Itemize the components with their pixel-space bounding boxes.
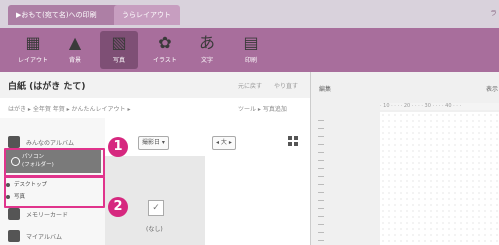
layout-label: レイアウト xyxy=(17,57,48,64)
illustration-button[interactable]: ✿ イラスト xyxy=(146,31,184,69)
text-label: 文字 xyxy=(200,57,213,64)
print-label: 印刷 xyxy=(244,57,257,64)
tab-edge-text: ラ xyxy=(490,9,497,17)
thumbnail-caption: (なし) xyxy=(146,226,163,233)
grid-view-icon[interactable] xyxy=(288,136,298,146)
sort-select[interactable]: 撮影日 ▾ xyxy=(138,136,169,150)
main-toolbar: ▦ レイアウト ▲ 背景 ▧ 写真 ✿ イラスト あ 文字 ▤ 印刷 xyxy=(0,28,499,72)
printer-icon: ▤ xyxy=(243,33,259,52)
sidebar-item-label: みんなのアルバム xyxy=(26,140,74,147)
album-icon xyxy=(8,136,20,148)
callout-box-2 xyxy=(4,176,105,208)
sidebar-item-label: メモリーカード xyxy=(26,212,69,219)
breadcrumb[interactable]: はがき ▸ 全年賀 年賀 ▸ かんたんレイアウト ▸ xyxy=(8,104,130,113)
app-window: ▶おもて(宛て名)への印刷 うらレイアウト ラ ▦ レイアウト ▲ 背景 ▧ 写… xyxy=(0,0,499,245)
photo-button[interactable]: ▧ 写真 xyxy=(100,31,138,69)
callout-box-1 xyxy=(4,148,105,177)
tools-menu[interactable]: ツール ▸ 写真追加 xyxy=(238,104,287,113)
photo-controls xyxy=(105,118,310,156)
illustration-label: イラスト xyxy=(153,57,177,64)
my-album-icon xyxy=(8,230,20,242)
print-button[interactable]: ▤ 印刷 xyxy=(232,31,270,69)
tab-front-print[interactable]: ▶おもて(宛て名)への印刷 xyxy=(8,5,124,25)
vertical-ruler xyxy=(318,120,324,245)
tab-back-layout[interactable]: うらレイアウト xyxy=(114,5,180,25)
text-button[interactable]: あ 文字 xyxy=(188,31,226,69)
postcard-canvas[interactable] xyxy=(380,112,499,245)
memory-card-icon xyxy=(8,208,20,220)
background-icon: ▲ xyxy=(68,33,82,52)
sidebar-item-memory-card[interactable]: メモリーカード xyxy=(6,206,101,224)
step-badge-2: 2 xyxy=(108,197,128,217)
layout-icon: ▦ xyxy=(25,33,41,52)
document-title: 白紙 (はがき たて) xyxy=(8,82,86,92)
document-titlebar: 白紙 (はがき たて) 元に戻す やり直す xyxy=(0,72,310,99)
illustration-icon: ✿ xyxy=(158,33,172,52)
sidebar-item-my-album[interactable]: マイアルバム xyxy=(6,228,101,245)
background-label: 背景 xyxy=(68,57,81,64)
undo-button[interactable]: 元に戻す xyxy=(238,81,262,90)
text-icon: あ xyxy=(198,33,215,52)
size-select[interactable]: ◂ 大 ▸ xyxy=(212,136,236,150)
tab-strip: ▶おもて(宛て名)への印刷 うらレイアウト ラ xyxy=(0,0,499,28)
edit-label: 編集 xyxy=(319,86,332,93)
background-button[interactable]: ▲ 背景 xyxy=(56,31,94,69)
layout-button[interactable]: ▦ レイアウト xyxy=(14,31,52,69)
horizontal-ruler: · 10 · · · · 20 · · · · 30 · · · · 40 · … xyxy=(380,103,499,110)
photo-icon: ▧ xyxy=(111,33,127,52)
breadcrumb-bar: はがき ▸ 全年賀 年賀 ▸ かんたんレイアウト ▸ ツール ▸ 写真追加 xyxy=(0,98,310,118)
thumbnail-area-blank xyxy=(205,156,310,245)
step-badge-1: 1 xyxy=(108,137,128,157)
view-label: 表示 xyxy=(486,86,499,93)
thumbnail-checkbox[interactable]: ✓ xyxy=(148,200,164,216)
redo-button[interactable]: やり直す xyxy=(274,81,298,90)
photo-label: 写真 xyxy=(112,57,125,64)
sidebar-item-label: マイアルバム xyxy=(26,234,62,241)
